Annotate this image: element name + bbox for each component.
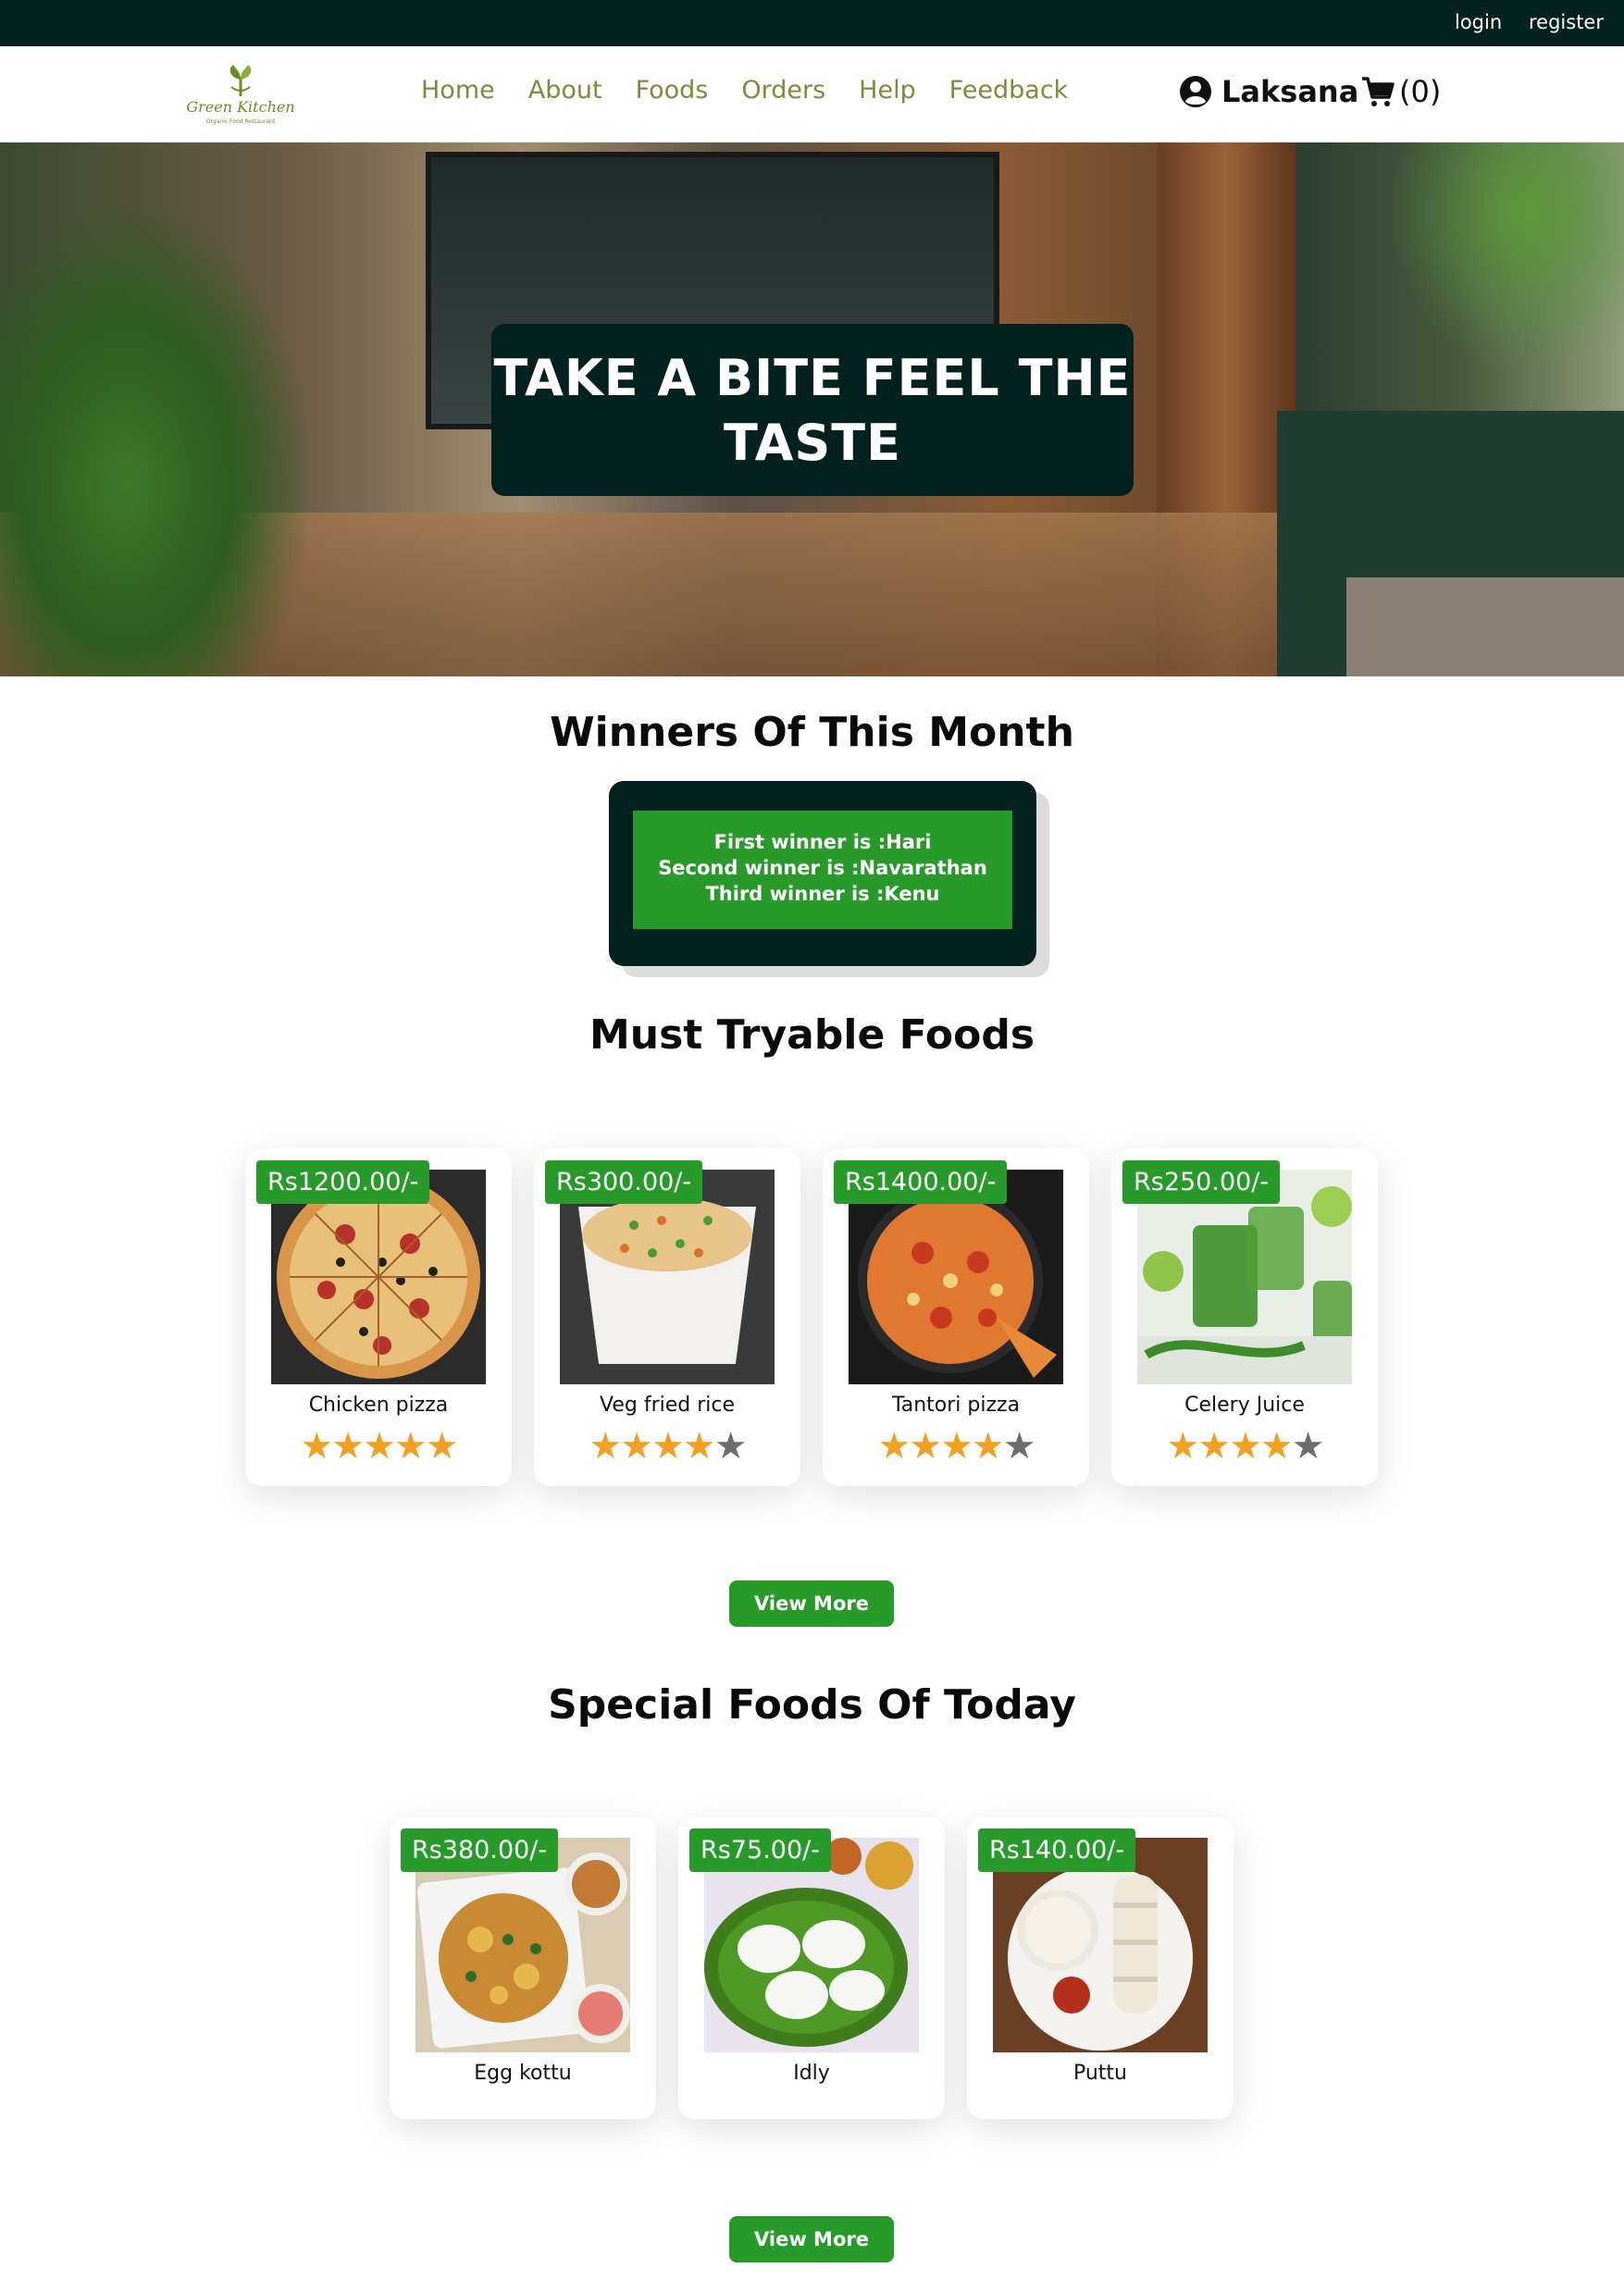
user-name: Laksana [1221, 74, 1359, 109]
cart-icon [1362, 77, 1395, 106]
food-card[interactable]: Rs300.00/- Veg fried rice ★★★★★ [534, 1149, 800, 1486]
view-more-button[interactable]: View More [729, 1580, 894, 1627]
food-name: Celery Juice [1184, 1394, 1305, 1417]
nav-help[interactable]: Help [859, 76, 916, 105]
hero-line-2: TASTE [723, 414, 902, 472]
food-card[interactable]: Rs250.00/- Celery Juice ★★★★★ [1111, 1149, 1378, 1486]
food-name: Egg kottu [474, 2062, 572, 2085]
top-bar: login register [0, 0, 1624, 46]
nav-foods[interactable]: Foods [636, 76, 709, 105]
user-profile[interactable]: Laksana [1179, 74, 1358, 109]
brand-tagline: Organic Food Restaurant [205, 118, 276, 125]
cart-button[interactable]: (0) [1360, 74, 1441, 109]
price-badge: Rs1400.00/- [834, 1160, 1008, 1204]
food-card[interactable]: Rs380.00/- Egg kottu [390, 1817, 656, 2119]
cart-count: (0) [1399, 74, 1442, 109]
food-name: Chicken pizza [308, 1394, 449, 1417]
food-name: Puttu [1072, 2062, 1128, 2085]
rating-stars: ★★★★★ [877, 1425, 1035, 1468]
winner-second: Second winner is :Navarathan [658, 857, 987, 879]
food-card[interactable]: Rs1400.00/- Tantori pizza ★★★★★ [823, 1149, 1089, 1486]
winner-first: First winner is :Hari [713, 831, 932, 853]
login-link[interactable]: login [1455, 11, 1502, 33]
rating-stars: ★★★★★ [1166, 1425, 1324, 1468]
winners-heading: Winners Of This Month [550, 709, 1074, 756]
nav-links: Home About Foods Orders Help Feedback [421, 76, 1101, 105]
hero-tagline: TAKE A BITE FEEL THE TASTE [491, 324, 1134, 496]
food-name: Tantori pizza [891, 1394, 1021, 1417]
nav-feedback[interactable]: Feedback [949, 76, 1069, 105]
hero-banner-image: TAKE A BITE FEEL THE TASTE [0, 143, 1624, 676]
winners-list: First winner is :Hari Second winner is :… [633, 811, 1012, 929]
register-link[interactable]: register [1529, 11, 1604, 33]
price-badge: Rs300.00/- [545, 1160, 703, 1204]
food-name: Veg fried rice [599, 1394, 736, 1417]
food-name: Idly [793, 2062, 830, 2085]
nav-about[interactable]: About [528, 76, 602, 105]
must-try-heading: Must Tryable Foods [589, 1011, 1035, 1059]
brand-name: Green Kitchen [186, 98, 295, 116]
food-card[interactable]: Rs75.00/- Idly [678, 1817, 945, 2119]
hero-plant-right [1388, 143, 1624, 374]
winners-box: First winner is :Hari Second winner is :… [609, 781, 1036, 966]
hero-plant-left [0, 198, 315, 676]
hero-sofa-seat [1346, 577, 1624, 676]
price-badge: Rs380.00/- [401, 1828, 559, 1872]
brand-logo[interactable]: Green Kitchen Organic Food Restaurant [185, 61, 296, 128]
winner-third: Third winner is :Kenu [705, 883, 940, 905]
nav-home[interactable]: Home [421, 76, 495, 105]
view-more-button[interactable]: View More [729, 2216, 894, 2262]
food-card[interactable]: Rs140.00/- Puttu [967, 1817, 1233, 2119]
user-circle-icon [1180, 76, 1211, 107]
price-badge: Rs75.00/- [689, 1828, 831, 1872]
rating-stars: ★★★★★ [589, 1425, 747, 1468]
special-heading: Special Foods Of Today [548, 1681, 1076, 1729]
main-navbar: Green Kitchen Organic Food Restaurant Ho… [0, 46, 1624, 143]
nav-orders[interactable]: Orders [741, 76, 825, 105]
price-badge: Rs140.00/- [978, 1828, 1136, 1872]
price-badge: Rs1200.00/- [256, 1160, 430, 1204]
price-badge: Rs250.00/- [1122, 1160, 1281, 1204]
food-card[interactable]: Rs1200.00/- Chicken pizza ★★★★★ [245, 1149, 512, 1486]
leaf-logo-icon [229, 65, 252, 96]
hero-line-1: TAKE A BITE FEEL THE [493, 349, 1132, 407]
rating-stars: ★★★★★ [300, 1425, 458, 1468]
